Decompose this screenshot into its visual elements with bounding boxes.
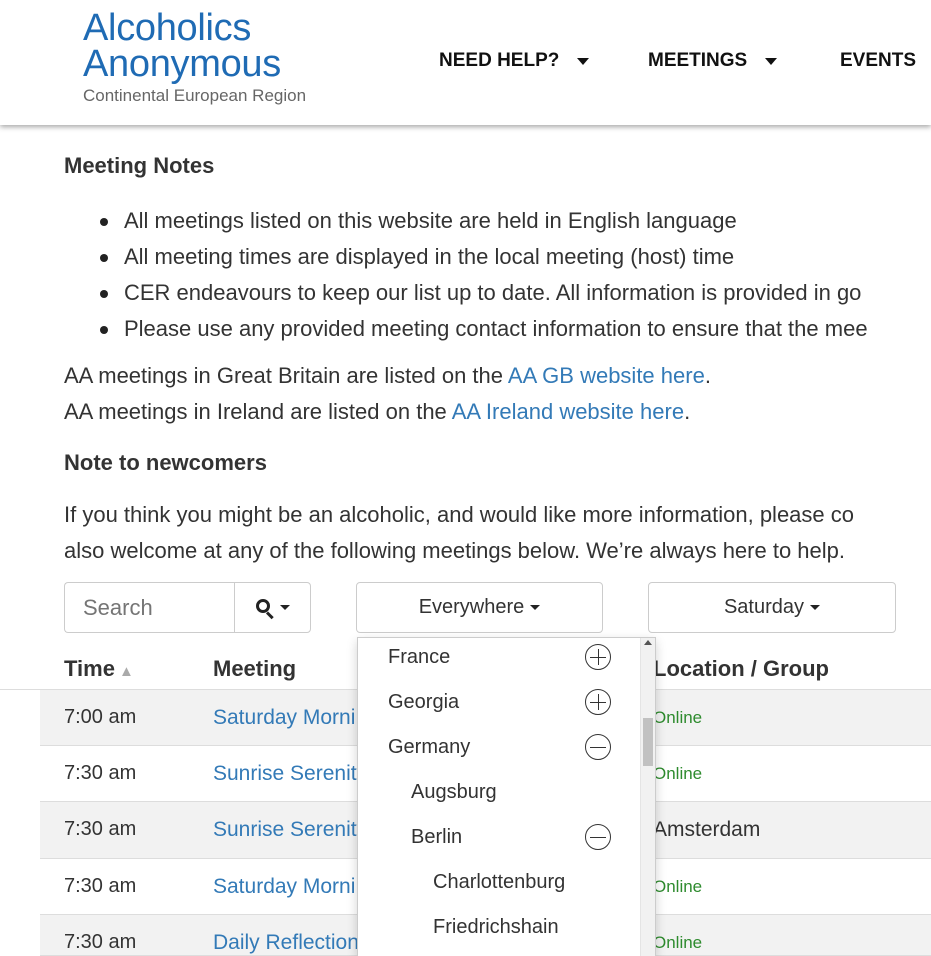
region-option-berlin[interactable]: Berlin (358, 818, 641, 863)
site-header: Alcoholics Anonymous Continental Europea… (0, 0, 931, 125)
nav-events[interactable]: EVENTS (840, 48, 916, 74)
meeting-location: Online (653, 933, 703, 952)
search-input[interactable] (64, 582, 235, 633)
list-item: All meeting times are displayed in the l… (100, 239, 931, 275)
list-item: CER endeavours to keep our list up to da… (100, 275, 931, 311)
expand-plus-icon[interactable] (585, 689, 611, 715)
aa-gb-link[interactable]: AA GB website here (508, 363, 705, 388)
meeting-location: Amsterdam (653, 818, 761, 841)
collapse-minus-icon[interactable] (585, 734, 611, 760)
dropdown-scrollbar[interactable] (640, 638, 655, 956)
region-select-label: Everywhere (418, 596, 525, 618)
logo-line-1: Alcoholics (83, 7, 252, 49)
logo-region-subtitle: Continental European Region (83, 86, 307, 105)
region-option-label: Georgia (388, 691, 460, 713)
meeting-time: 7:30 am (64, 762, 137, 784)
time-column-header[interactable]: Time ▲ (64, 656, 134, 682)
region-option-germany[interactable]: Germany (358, 728, 641, 773)
region-option-label: Germany (388, 736, 471, 758)
region-option-label: Charlottenburg (433, 871, 566, 893)
meeting-column-header[interactable]: Meeting (213, 656, 296, 682)
nav-meetings-label: MEETINGS (648, 50, 748, 71)
meeting-notes-list: All meetings listed on this website are … (100, 203, 931, 347)
meeting-location: Online (653, 877, 703, 896)
nav-need-help[interactable]: NEED HELP? (439, 48, 590, 74)
meeting-notes-title: Meeting Notes (64, 153, 215, 178)
newcomers-title: Note to newcomers (64, 450, 267, 475)
list-item: All meetings listed on this website are … (100, 203, 931, 239)
newcomers-text: If you think you might be an alcoholic, … (64, 497, 854, 569)
meeting-link[interactable]: Sunrise Serenity (213, 818, 367, 842)
sort-asc-icon: ▲ (118, 663, 134, 680)
collapse-minus-icon[interactable] (585, 824, 611, 850)
day-select-button[interactable]: Saturday (648, 582, 896, 633)
nav-events-label: EVENTS (840, 50, 917, 71)
region-option-georgia[interactable]: Georgia (358, 683, 641, 728)
search-mode-button[interactable] (234, 582, 311, 633)
meeting-location: Online (653, 708, 703, 727)
logo-line-2: Anonymous (83, 43, 281, 85)
expand-plus-icon[interactable] (585, 644, 611, 670)
ireland-meetings-line: AA meetings in Ireland are listed on the… (64, 399, 690, 425)
location-column-header[interactable]: Location / Group (653, 656, 829, 682)
meeting-time: 7:30 am (64, 931, 137, 953)
scrollbar-thumb[interactable] (643, 718, 653, 766)
meeting-time: 7:00 am (64, 706, 137, 728)
meeting-time: 7:30 am (64, 818, 137, 840)
region-select-button[interactable]: Everywhere (356, 582, 603, 633)
region-option-charlottenburg[interactable]: Charlottenburg (358, 863, 641, 908)
chevron-down-icon (765, 57, 778, 65)
ie-prefix: AA meetings in Ireland are listed on the (64, 399, 452, 424)
region-option-friedrichshain[interactable]: Friedrichshain (358, 908, 641, 953)
region-option-label: Augsburg (411, 781, 497, 803)
list-item: Please use any provided meeting contact … (100, 311, 931, 347)
meeting-link[interactable]: Daily Reflection (213, 931, 359, 955)
newcomers-line-2: also welcome at any of the following mee… (64, 538, 846, 563)
chevron-down-icon (530, 605, 541, 610)
newcomers-line-1: If you think you might be an alcoholic, … (64, 502, 854, 527)
region-option-france[interactable]: France (358, 638, 641, 683)
site-logo[interactable]: Alcoholics Anonymous Continental Europea… (83, 7, 307, 106)
gb-meetings-line: AA meetings in Great Britain are listed … (64, 363, 711, 389)
region-option-augsburg[interactable]: Augsburg (358, 773, 641, 818)
region-option-label: Friedrichshain (433, 916, 559, 938)
region-dropdown-menu[interactable]: France Georgia Germany Augsburg Berlin C… (357, 637, 656, 956)
aa-ireland-link[interactable]: AA Ireland website here (452, 399, 684, 424)
ie-suffix: . (684, 399, 691, 424)
chevron-down-icon (279, 605, 290, 610)
meeting-location: Online (653, 764, 703, 783)
gb-suffix: . (704, 363, 711, 388)
gb-prefix: AA meetings in Great Britain are listed … (64, 363, 508, 388)
chevron-down-icon (577, 57, 590, 65)
meeting-link[interactable]: Saturday Morni (213, 706, 355, 730)
time-header-label: Time (64, 656, 115, 681)
meeting-link[interactable]: Saturday Morni (213, 875, 355, 899)
region-option-label: France (388, 646, 451, 668)
scroll-up-icon[interactable] (644, 640, 652, 645)
search-icon (255, 598, 274, 619)
nav-meetings[interactable]: MEETINGS (648, 48, 778, 74)
meeting-time: 7:30 am (64, 875, 137, 897)
meeting-link[interactable]: Sunrise Serenity (213, 762, 367, 786)
region-option-label: Berlin (411, 826, 463, 848)
nav-need-help-label: NEED HELP? (439, 50, 560, 71)
day-select-label: Saturday (723, 596, 805, 618)
chevron-down-icon (810, 605, 821, 610)
